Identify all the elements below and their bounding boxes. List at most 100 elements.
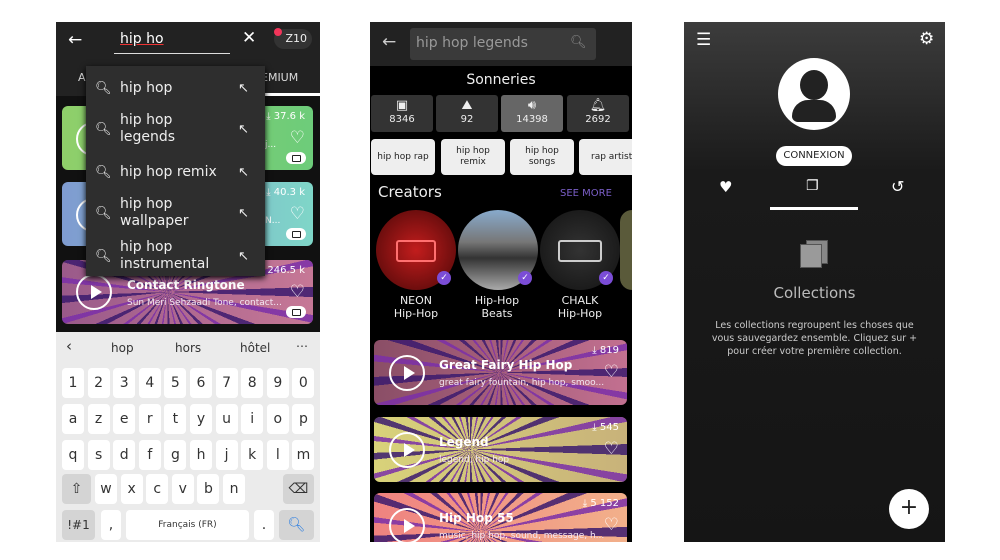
tab-history[interactable]: ↺ [891, 177, 904, 196]
chip[interactable]: hip hop songs [510, 139, 574, 175]
key-8[interactable]: 8 [241, 368, 264, 398]
suggestion-word[interactable]: hôtel [240, 341, 270, 355]
key-c[interactable]: c [146, 474, 169, 504]
key-z[interactable]: z [87, 404, 110, 434]
menu-icon[interactable]: ☰ [696, 30, 711, 50]
ringtone-card[interactable]: Hip Hop 55 music, hip hop, sound, messag… [374, 493, 627, 542]
tab-premium[interactable]: EMIUM [261, 71, 298, 84]
play-button[interactable] [389, 432, 425, 468]
key-1[interactable]: 1 [62, 368, 84, 398]
key-0[interactable]: 0 [292, 368, 315, 398]
chip[interactable]: hip hop remix [441, 139, 505, 175]
back-arrow-icon[interactable]: ← [382, 32, 396, 52]
suggestion-word[interactable]: hors [175, 341, 201, 355]
tile-wallpapers[interactable]: ▣ 8346 [371, 95, 433, 132]
arrow-up-left-icon[interactable]: ↖ [238, 205, 249, 222]
key-p[interactable]: p [292, 404, 315, 434]
key-w[interactable]: w [95, 474, 117, 504]
space-key[interactable]: Français (FR) [126, 510, 249, 540]
arrow-up-left-icon[interactable]: ↖ [238, 121, 249, 138]
key-s[interactable]: s [87, 440, 110, 470]
search-icon[interactable]: 🔍︎ [570, 35, 587, 50]
key-v[interactable]: v [171, 474, 194, 504]
arrow-up-left-icon[interactable]: ↖ [238, 164, 249, 181]
key-r[interactable]: r [138, 404, 161, 434]
add-collection-button[interactable]: + [889, 489, 929, 529]
more-icon[interactable]: ⋯ [296, 339, 308, 353]
heart-icon[interactable]: ♡ [604, 362, 619, 382]
ringtone-card[interactable]: Legend legend, hip hop ⤓ 545 ♡ [374, 417, 627, 482]
heart-icon[interactable]: ♡ [290, 204, 305, 224]
tile-live-wallpapers[interactable]: ⛰ 92 [436, 95, 498, 132]
ringtone-card[interactable]: Great Fairy Hip Hop great fairy fountain… [374, 340, 627, 405]
key-u[interactable]: u [215, 404, 238, 434]
key-q[interactable]: q [62, 440, 84, 470]
heart-icon[interactable]: ♡ [290, 128, 305, 148]
heart-icon[interactable]: ♡ [604, 439, 619, 459]
key-7[interactable]: 7 [215, 368, 238, 398]
video-icon[interactable] [286, 306, 306, 318]
key-j[interactable]: j [215, 440, 238, 470]
search-input[interactable]: hip hop legends 🔍︎ [410, 28, 596, 60]
key-o[interactable]: o [266, 404, 289, 434]
creator-name: CHALK Hip-Hop [557, 294, 603, 320]
key-3[interactable]: 3 [113, 368, 136, 398]
key-a[interactable]: a [62, 404, 84, 434]
tab-favorites[interactable]: ♥ [719, 178, 732, 196]
suggestion-word[interactable]: hop [111, 341, 134, 355]
key-g[interactable]: g [164, 440, 187, 470]
key-y[interactable]: y [190, 404, 212, 434]
tab-all[interactable]: A [78, 71, 86, 84]
symbols-key[interactable]: !#1 [62, 510, 95, 540]
tile-notifications[interactable]: 🔔︎ 2692 [567, 95, 629, 132]
see-more-link[interactable]: SEE MORE [560, 188, 612, 199]
play-button[interactable] [389, 355, 425, 391]
key-9[interactable]: 9 [266, 368, 289, 398]
key-4[interactable]: 4 [138, 368, 161, 398]
search-header: ← hip ho ✕ Z10 [56, 22, 320, 62]
heart-icon[interactable]: ♡ [604, 515, 619, 535]
key-x[interactable]: x [120, 474, 143, 504]
results-screen: ← hip hop legends 🔍︎ Sonneries ▣ 8346 ⛰ 92… [370, 22, 632, 542]
search-input[interactable]: hip ho [114, 28, 230, 54]
key-i[interactable]: i [241, 404, 264, 434]
chip[interactable]: rap artist [579, 139, 632, 175]
video-icon[interactable] [286, 228, 306, 240]
heart-icon[interactable]: ♡ [290, 282, 305, 302]
arrow-up-left-icon[interactable]: ↖ [238, 248, 249, 265]
chevron-left-icon[interactable]: ‹ [66, 337, 72, 355]
tab-collections[interactable]: ❐ [806, 178, 819, 194]
key-m[interactable]: m [292, 440, 315, 470]
play-button[interactable] [76, 274, 112, 310]
login-button[interactable]: CONNEXION [776, 146, 852, 166]
key-2[interactable]: 2 [87, 368, 110, 398]
period-key[interactable]: . [254, 510, 274, 540]
tile-ringtones[interactable]: 🔊︎ 14398 [501, 95, 563, 132]
key-n[interactable]: n [223, 474, 245, 504]
suggestion-item[interactable]: 🔍︎ hip hop legends ↖ [86, 112, 265, 148]
gear-icon[interactable]: ⚙ [919, 29, 934, 49]
backspace-key[interactable]: ⌫ [283, 474, 314, 504]
back-arrow-icon[interactable]: ← [68, 30, 82, 50]
key-6[interactable]: 6 [190, 368, 212, 398]
creator-avatar[interactable] [620, 210, 632, 290]
key-e[interactable]: e [113, 404, 136, 434]
search-icon: 🔍︎ [95, 165, 112, 180]
key-t[interactable]: t [164, 404, 187, 434]
play-button[interactable] [389, 508, 425, 542]
shift-key[interactable]: ⇧ [62, 474, 91, 504]
key-5[interactable]: 5 [164, 368, 187, 398]
clear-icon[interactable]: ✕ [242, 28, 256, 48]
key-k[interactable]: k [241, 440, 264, 470]
video-icon[interactable] [286, 152, 306, 164]
key-d[interactable]: d [113, 440, 136, 470]
key-f[interactable]: f [138, 440, 161, 470]
key-l[interactable]: l [266, 440, 289, 470]
key-h[interactable]: h [190, 440, 212, 470]
arrow-up-left-icon[interactable]: ↖ [238, 80, 249, 97]
key-b[interactable]: b [197, 474, 220, 504]
comma-key[interactable]: , [101, 510, 121, 540]
search-key[interactable]: 🔍︎ [279, 510, 314, 540]
chip[interactable]: hip hop rap [371, 139, 435, 175]
creator-name: Hip-Hop Beats [474, 294, 520, 320]
